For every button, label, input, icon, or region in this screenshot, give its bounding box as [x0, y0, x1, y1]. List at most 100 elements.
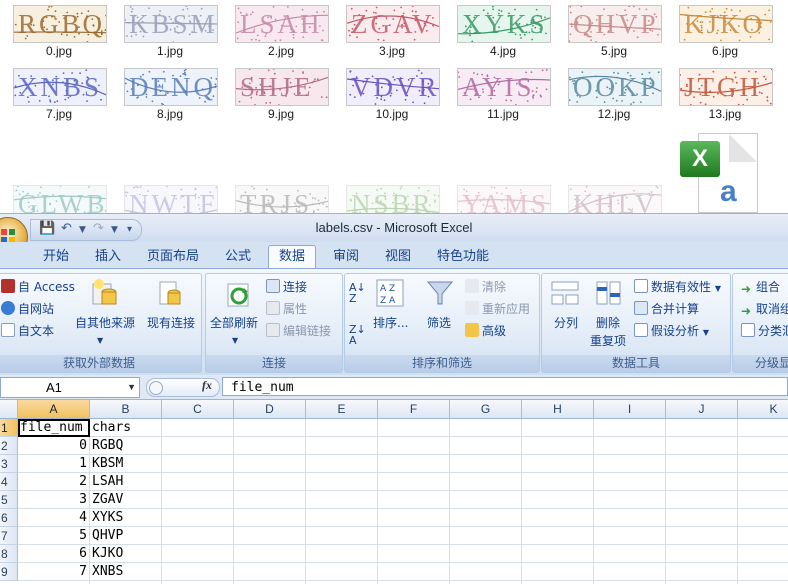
captcha-thumbnail[interactable]: XYKS — [457, 5, 551, 43]
row-header[interactable]: 3 — [0, 455, 18, 473]
captcha-thumbnail[interactable]: DENQ — [124, 68, 218, 106]
tab-view[interactable]: 视图 — [374, 246, 422, 268]
file-name-label[interactable]: 7.jpg — [4, 107, 114, 121]
cell-file-num[interactable]: 0 — [20, 437, 90, 455]
tab-page-layout[interactable]: 页面布局 — [140, 246, 206, 268]
captcha-thumbnail[interactable]: RGBQ — [13, 5, 107, 43]
existing-connections-button[interactable]: 现有连接 — [147, 314, 195, 332]
expand-knob-icon[interactable] — [149, 381, 163, 395]
tab-home[interactable]: 开始 — [32, 246, 80, 268]
column-header-d[interactable]: D — [234, 400, 306, 419]
data-validation-button[interactable]: 数据有效性 ▼ — [634, 278, 721, 298]
file-name-label[interactable]: 12.jpg — [559, 107, 669, 121]
remove-duplicates-button-line2[interactable]: 重复项 — [590, 332, 626, 350]
file-name-label[interactable]: 13.jpg — [670, 107, 780, 121]
select-all-corner[interactable] — [0, 400, 18, 419]
consolidate-button[interactable]: 合并计算 — [634, 300, 699, 318]
cell-chars[interactable]: XNBS — [92, 563, 162, 581]
from-web-button[interactable]: 自网站 — [1, 300, 54, 318]
properties-button[interactable]: 属性 — [266, 300, 307, 318]
row-header[interactable]: 1 — [0, 419, 18, 437]
row-header[interactable]: 6 — [0, 509, 18, 527]
subtotal-button[interactable]: 分类汇 — [741, 322, 788, 340]
file-name-label[interactable]: 2.jpg — [226, 44, 336, 58]
cell-chars[interactable]: ZGAV — [92, 491, 162, 509]
group-button[interactable]: ➜ 组合 — [741, 278, 780, 297]
sort-ascending-button[interactable]: A↓ Z — [349, 282, 366, 304]
sort-descending-button[interactable]: Z↓ A — [349, 324, 366, 346]
connections-button[interactable]: 连接 — [266, 278, 307, 296]
column-header-e[interactable]: E — [306, 400, 378, 419]
tab-review[interactable]: 审阅 — [322, 246, 370, 268]
cell-file-num[interactable]: 5 — [20, 527, 90, 545]
column-header-h[interactable]: H — [522, 400, 594, 419]
row-header[interactable]: 2 — [0, 437, 18, 455]
other-sources-dropdown-icon[interactable]: ▼ — [97, 332, 103, 350]
file-name-label[interactable]: 3.jpg — [337, 44, 447, 58]
file-name-label[interactable]: 6.jpg — [670, 44, 780, 58]
refresh-all-button[interactable]: 全部刷新 — [210, 314, 258, 332]
column-header-b[interactable]: B — [90, 400, 162, 419]
cell-chars[interactable]: XYKS — [92, 509, 162, 527]
row-header[interactable]: 5 — [0, 491, 18, 509]
cell-file-num[interactable]: 4 — [20, 509, 90, 527]
column-header-g[interactable]: G — [450, 400, 522, 419]
cell-file-num[interactable]: 6 — [20, 545, 90, 563]
clear-filter-button[interactable]: 清除 — [465, 278, 506, 296]
cell-b1[interactable]: chars — [92, 419, 162, 437]
name-box-dropdown-icon[interactable]: ▼ — [127, 378, 136, 397]
file-name-label[interactable]: 0.jpg — [4, 44, 114, 58]
tab-insert[interactable]: 插入 — [84, 246, 132, 268]
file-name-label[interactable]: 10.jpg — [337, 107, 447, 121]
column-header-k[interactable]: K — [738, 400, 788, 419]
captcha-thumbnail[interactable]: ZGAV — [346, 5, 440, 43]
column-header-f[interactable]: F — [378, 400, 450, 419]
reapply-button[interactable]: 重新应用 — [465, 300, 530, 318]
captcha-thumbnail[interactable]: QHVP — [568, 5, 662, 43]
file-name-label[interactable]: 5.jpg — [559, 44, 669, 58]
cell-file-num[interactable]: 1 — [20, 455, 90, 473]
remove-duplicates-button[interactable]: 删除 — [596, 314, 620, 332]
captcha-thumbnail[interactable]: XNBS — [13, 68, 107, 106]
from-access-button[interactable]: 自 Access — [1, 278, 75, 296]
captcha-thumbnail[interactable]: LSAH — [235, 5, 329, 43]
captcha-thumbnail[interactable]: OOKP — [568, 68, 662, 106]
formula-input[interactable]: file_num — [222, 377, 788, 396]
filter-button[interactable]: 筛选 — [427, 314, 451, 332]
text-to-columns-button[interactable]: 分列 — [554, 314, 578, 332]
cell-chars[interactable]: KJKO — [92, 545, 162, 563]
row-header[interactable]: 9 — [0, 563, 18, 581]
worksheet-grid[interactable]: A B C D E F G H I J K 1 file_num chars 2 0 RGBQ 3 1 KBSM 4 2 L… — [0, 400, 788, 584]
column-header-j[interactable]: J — [666, 400, 738, 419]
captcha-thumbnail[interactable]: SHJE — [235, 68, 329, 106]
file-name-label[interactable]: 11.jpg — [448, 107, 558, 121]
cell-chars[interactable]: KBSM — [92, 455, 162, 473]
labels-csv-file-icon[interactable]: X a — [680, 133, 758, 213]
from-text-button[interactable]: 自文本 — [1, 322, 54, 340]
cell-file-num[interactable]: 7 — [20, 563, 90, 581]
cell-chars[interactable]: LSAH — [92, 473, 162, 491]
column-header-i[interactable]: I — [594, 400, 666, 419]
what-if-button[interactable]: 假设分析 ▼ — [634, 322, 709, 342]
captcha-thumbnail[interactable]: KJKO — [679, 5, 773, 43]
file-name-label[interactable]: 8.jpg — [115, 107, 225, 121]
row-header[interactable]: 8 — [0, 545, 18, 563]
sort-button[interactable]: 排序... — [373, 314, 408, 332]
captcha-thumbnail[interactable]: AYIS — [457, 68, 551, 106]
refresh-dropdown-icon[interactable]: ▼ — [232, 332, 238, 350]
column-header-a[interactable]: A — [18, 400, 90, 419]
row-header[interactable]: 4 — [0, 473, 18, 491]
edit-links-button[interactable]: 编辑链接 — [266, 322, 331, 340]
row-header[interactable]: 7 — [0, 527, 18, 545]
file-name-label[interactable]: 9.jpg — [226, 107, 336, 121]
cell-chars[interactable]: RGBQ — [92, 437, 162, 455]
captcha-thumbnail[interactable]: JTGH — [679, 68, 773, 106]
insert-function-icon[interactable]: fx — [202, 378, 212, 393]
tab-formulas[interactable]: 公式 — [214, 246, 262, 268]
tab-special-features[interactable]: 特色功能 — [430, 246, 496, 268]
captcha-thumbnail[interactable]: VDVR — [346, 68, 440, 106]
ungroup-button[interactable]: ➜ 取消组 — [741, 300, 788, 319]
cell-chars[interactable]: QHVP — [92, 527, 162, 545]
cell-file-num[interactable]: 2 — [20, 473, 90, 491]
other-sources-button[interactable]: 自其他来源 — [75, 314, 135, 332]
